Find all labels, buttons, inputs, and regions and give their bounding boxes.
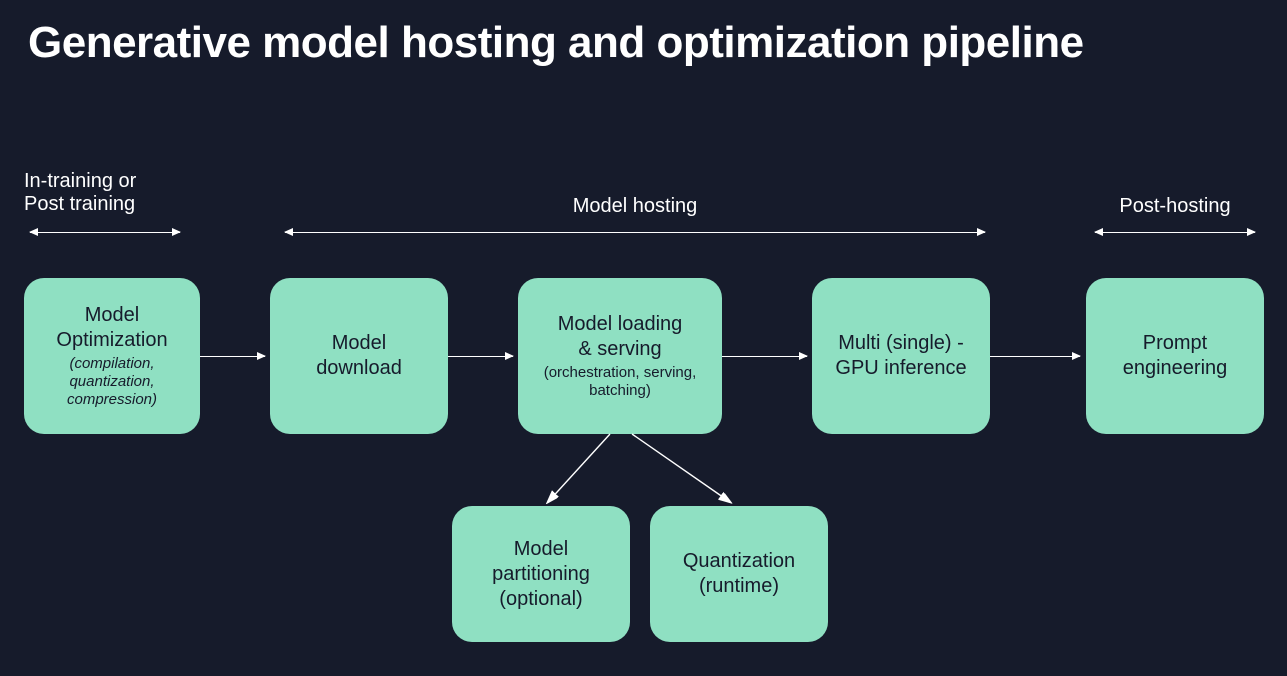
arrow-loading-to-quantization	[0, 0, 1287, 676]
